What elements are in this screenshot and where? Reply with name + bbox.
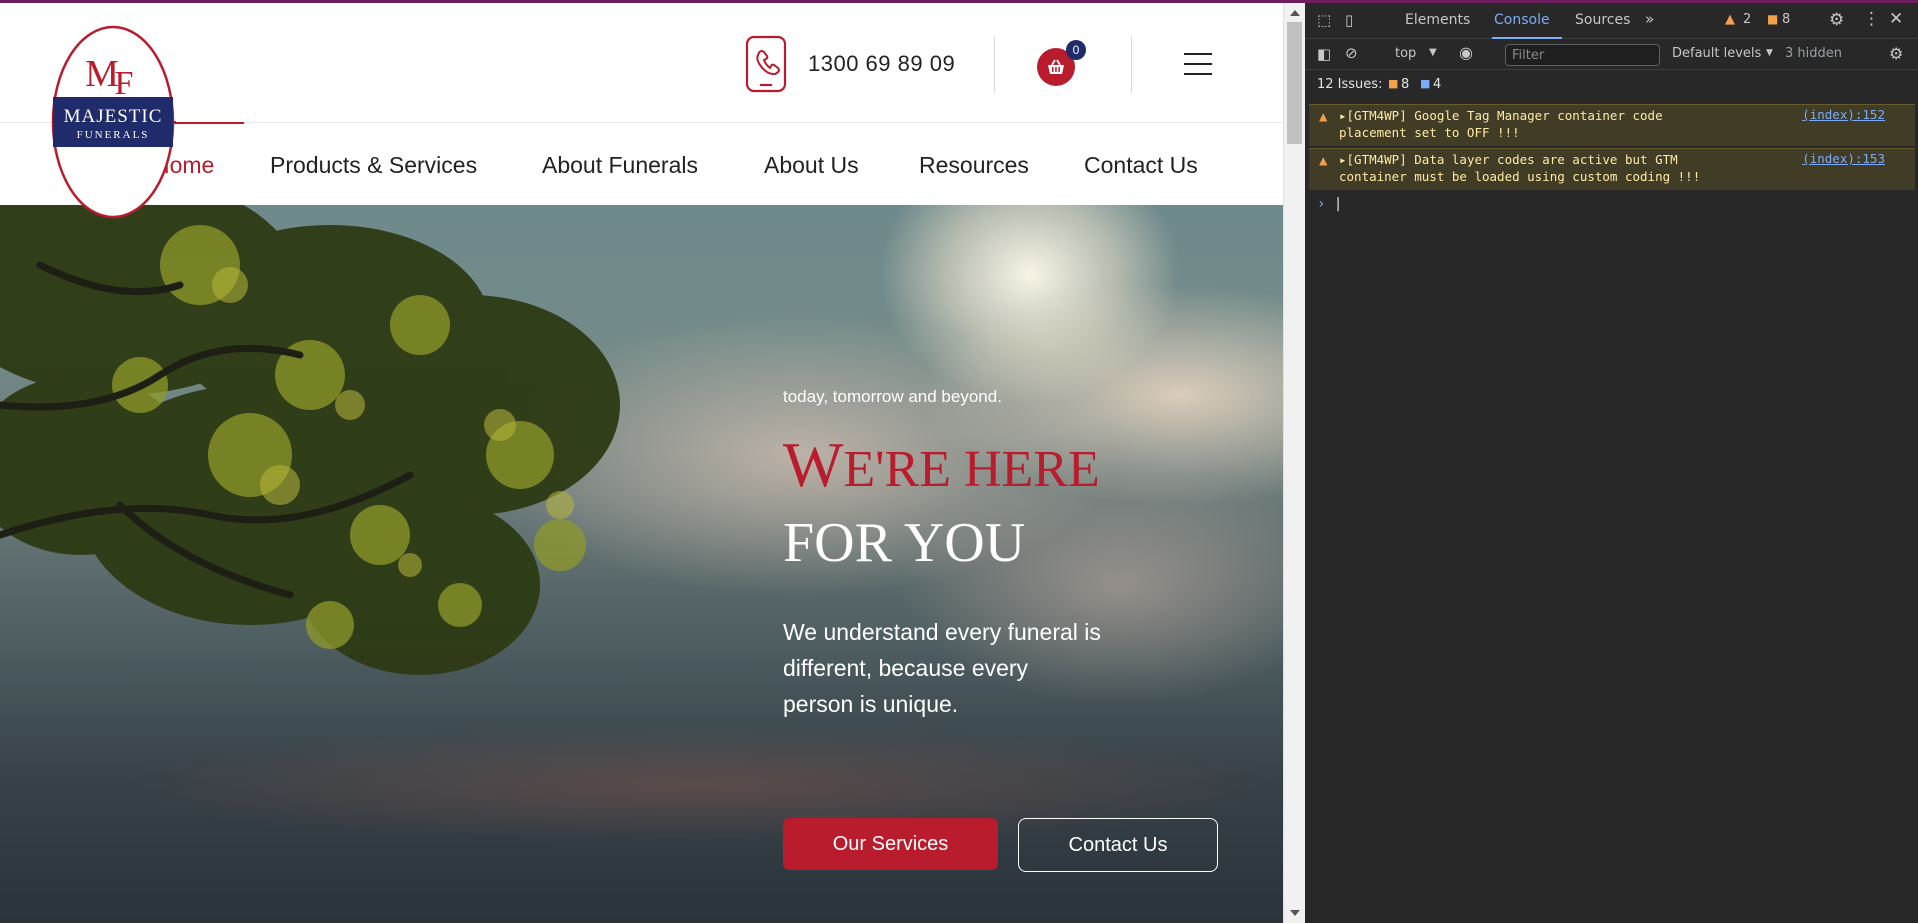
scroll-down-arrow-icon[interactable] xyxy=(1290,910,1300,916)
hero-title-line1: WE'RE HERE xyxy=(783,433,1100,497)
issues-info-icon: ■ xyxy=(1420,77,1431,90)
phone-number[interactable]: 1300 69 89 09 xyxy=(808,51,955,77)
sidebar-toggle-icon[interactable]: ◧ xyxy=(1317,45,1331,63)
nav-about-us[interactable]: About Us xyxy=(764,152,859,179)
majestic-funerals-logo: M F MAJESTIC FUNERALS xyxy=(51,25,176,219)
scroll-up-arrow-icon[interactable] xyxy=(1290,10,1300,16)
svg-text:F: F xyxy=(115,65,134,102)
basket-icon xyxy=(1048,59,1064,74)
tab-sources[interactable]: Sources xyxy=(1575,12,1630,28)
svg-text:FUNERALS: FUNERALS xyxy=(77,129,150,141)
main-navigation: Home Products & Services About Funerals … xyxy=(0,124,1283,204)
nav-products-services[interactable]: Products & Services xyxy=(270,152,477,179)
log-levels-dropdown[interactable]: Default levels xyxy=(1672,46,1761,61)
devtools-tab-bar: ⬚ ▯ Elements Console Sources » ▲ 2 ■ 8 ⚙… xyxy=(1305,3,1918,39)
hero-subtitle: today, tomorrow and beyond. xyxy=(783,387,1002,406)
active-tab-indicator xyxy=(1492,37,1562,39)
site-logo[interactable]: M F MAJESTIC FUNERALS xyxy=(50,24,176,220)
issues-flag-icon[interactable]: ■ xyxy=(1767,12,1778,26)
scrollbar-thumb[interactable] xyxy=(1287,22,1302,144)
more-options-icon[interactable]: ⋮ xyxy=(1863,9,1880,29)
cart-count-badge: 0 xyxy=(1066,40,1086,60)
device-toolbar-icon[interactable]: ▯ xyxy=(1345,11,1353,29)
website-viewport: 1300 69 89 09 0 Home Products & Services… xyxy=(0,0,1283,923)
site-header: 1300 69 89 09 0 xyxy=(0,3,1283,123)
context-dropdown-icon[interactable]: ▼ xyxy=(1429,47,1437,58)
hidden-messages-count: 3 hidden xyxy=(1785,46,1842,61)
hero-title-initial: W xyxy=(783,429,844,500)
clear-console-icon[interactable]: ⊘ xyxy=(1345,44,1358,62)
hero-section: today, tomorrow and beyond. WE'RE HERE F… xyxy=(0,205,1283,923)
console-warning-message[interactable]: ▲ ▸[GTM4WP] Google Tag Manager container… xyxy=(1309,104,1915,146)
svg-text:MAJESTIC: MAJESTIC xyxy=(64,106,163,127)
nav-contact-us[interactable]: Contact Us xyxy=(1084,152,1198,179)
console-settings-gear-icon[interactable]: ⚙ xyxy=(1889,44,1903,63)
console-warning-message[interactable]: ▲ ▸[GTM4WP] Data layer codes are active … xyxy=(1309,148,1915,190)
live-expression-eye-icon[interactable]: ◉ xyxy=(1459,43,1473,62)
issues-summary[interactable]: 12 Issues: ■ 8 ■ 4 xyxy=(1305,71,1918,99)
issues-error-icon: ■ xyxy=(1388,77,1399,90)
menu-hamburger-icon[interactable] xyxy=(1184,53,1212,75)
hero-body-text: We understand every funeral is different… xyxy=(783,619,1101,717)
phone-icon xyxy=(745,35,787,93)
hero-title-rest: E'RE HERE xyxy=(843,441,1100,498)
hero-title-line2: FOR YOU xyxy=(783,512,1026,574)
phone-contact[interactable]: 1300 69 89 09 xyxy=(744,35,955,93)
devtools-panel: ⬚ ▯ Elements Console Sources » ▲ 2 ■ 8 ⚙… xyxy=(1305,0,1918,923)
issues-badge-count[interactable]: 8 xyxy=(1782,12,1790,27)
header-divider xyxy=(994,37,995,93)
levels-dropdown-icon[interactable]: ▼ xyxy=(1766,48,1773,58)
settings-gear-icon[interactable]: ⚙ xyxy=(1829,10,1844,30)
nav-about-funerals[interactable]: About Funerals xyxy=(542,152,698,179)
issues-label: 12 Issues: xyxy=(1317,77,1383,92)
inspect-element-icon[interactable]: ⬚ xyxy=(1317,11,1331,29)
tab-elements[interactable]: Elements xyxy=(1405,12,1470,28)
warning-source-link[interactable]: (index):153 xyxy=(1802,151,1885,166)
warning-triangle-icon: ▲ xyxy=(1319,109,1328,125)
warning-count[interactable]: 2 xyxy=(1743,12,1751,27)
page-scrollbar[interactable] xyxy=(1283,0,1305,923)
tree-foliage-image xyxy=(0,205,620,675)
warning-text: ▸[GTM4WP] Data layer codes are active bu… xyxy=(1339,152,1701,184)
warning-source-link[interactable]: (index):152 xyxy=(1802,107,1885,122)
more-tabs-chevron-icon[interactable]: » xyxy=(1645,10,1654,28)
nav-resources[interactable]: Resources xyxy=(919,152,1029,179)
warning-icon[interactable]: ▲ xyxy=(1725,12,1735,27)
header-divider xyxy=(1131,37,1132,93)
warning-text: ▸[GTM4WP] Google Tag Manager container c… xyxy=(1339,108,1663,140)
contact-us-button[interactable]: Contact Us xyxy=(1018,818,1218,872)
console-filter-input[interactable]: Filter xyxy=(1505,44,1660,66)
issues-info-count: 4 xyxy=(1433,77,1442,92)
context-selector[interactable]: top xyxy=(1395,46,1416,61)
issues-error-count: 8 xyxy=(1401,77,1410,92)
browser-top-accent xyxy=(0,0,1918,3)
tab-console[interactable]: Console xyxy=(1494,12,1550,28)
our-services-button[interactable]: Our Services xyxy=(783,818,998,870)
console-prompt[interactable]: › | xyxy=(1317,196,1342,212)
warning-triangle-icon: ▲ xyxy=(1319,153,1328,169)
close-devtools-icon[interactable]: ✕ xyxy=(1889,9,1903,29)
console-toolbar: ◧ ⊘ top ▼ ◉ Filter Default levels ▼ 3 hi… xyxy=(1305,40,1918,70)
